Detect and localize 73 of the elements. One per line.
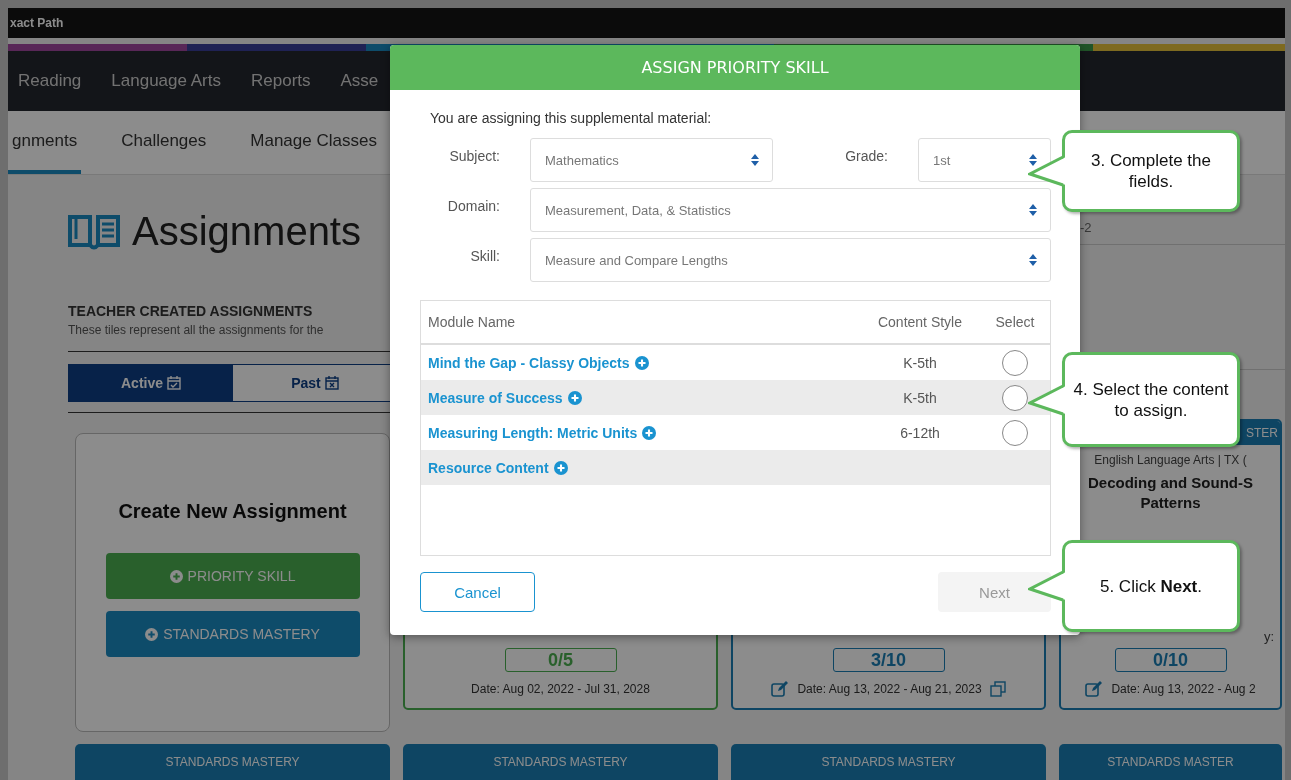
calendar-x-icon [324,376,339,390]
edit-icon[interactable] [771,681,790,697]
field-label: Subject: [448,147,500,166]
select-field[interactable]: 1st [918,138,1051,182]
sub-nav-tab[interactable]: Manage Classes [246,111,381,174]
callout-pointer [1028,569,1066,603]
calendar-check-icon [167,376,181,390]
progress-count: 3/10 [832,648,945,672]
select-radio[interactable] [1002,384,1028,411]
select-field[interactable]: Mathematics [530,138,773,182]
dialog-title: ASSIGN PRIORITY SKILL [390,45,1080,90]
field-label: Skill: [469,247,500,266]
create-button[interactable]: PRIORITY SKILL [105,553,360,599]
cancel-button[interactable]: Cancel [420,572,535,612]
tile-date: Date: Aug 13, 2022 - Aug 21, 2023 [797,682,982,696]
tile-header: STANDARDS MASTERY [403,744,718,780]
plus-circle-icon [553,460,568,475]
callout-pointer [1028,154,1066,188]
module-link[interactable]: Mind the Gap - Classy Objects [428,354,860,371]
column-header: Content Style [876,314,964,330]
up-down-caret-icon [750,152,760,168]
callout-bubble: 5. Click Next. [1062,540,1240,632]
plus-circle-icon [642,425,657,440]
app-title: xact Path [10,16,64,30]
create-button[interactable]: STANDARDS MASTERY [105,611,360,657]
create-title: Create New Assignment [118,500,347,523]
column-header: Module Name [428,314,517,330]
page-title: Assignments [132,208,361,254]
sub-nav-tab[interactable]: Challenges [117,111,211,174]
select-field[interactable]: Measure and Compare Lengths [530,238,1051,282]
module-link[interactable]: Measuring Length: Metric Units [428,424,860,441]
tile-header: STANDARDS MASTERY [731,744,1046,780]
section-description: These tiles represent all the assignments for the [68,323,325,337]
sub-nav-tab[interactable]: gnments [8,111,82,174]
progress-count: 0/10 [1114,648,1227,672]
dialog-intro: You are assigning this supplemental material: [430,110,713,126]
select-field[interactable]: Measurement, Data, & Statistics [530,188,1051,232]
select-radio[interactable] [1002,349,1028,376]
field-label: Domain: [446,197,500,216]
plus-circle-icon [567,390,582,405]
tile-header: STANDARDS MASTERY [75,744,390,780]
up-down-caret-icon [1028,202,1038,218]
select-radio[interactable] [1002,419,1028,446]
plus-circle-icon [145,627,159,641]
tile-title: Decoding and Sound-S Patterns [1087,473,1254,513]
up-down-caret-icon [1028,152,1038,168]
tile-label: y: [1263,629,1275,644]
nav-item[interactable]: Asse [340,71,379,91]
copy-icon[interactable] [989,681,1006,697]
tile-subject: English Language Arts | TX ( [1094,453,1247,467]
nav-item[interactable]: Reading [18,71,82,91]
module-link[interactable]: Measure of Success [428,389,860,406]
callout-pointer [1028,382,1066,417]
progress-count: 0/5 [504,648,617,672]
field-label: Grade: [844,147,888,166]
up-down-caret-icon [1028,252,1038,268]
plus-circle-icon [169,569,183,583]
nav-item[interactable]: Reports [251,71,311,91]
filter-value[interactable]: -2 [1080,219,1092,235]
section-title: TEACHER CREATED ASSIGNMENTS [68,303,314,319]
callout-bubble: 3. Complete the fields. [1062,130,1240,212]
column-header: Select [994,314,1036,330]
content-style: 6-12th [899,424,941,441]
content-style: K-5th [902,389,938,406]
tile-date: Date: Aug 13, 2022 - Aug 2 [1111,682,1256,696]
tile-date: Date: Aug 02, 2022 - Jul 31, 2028 [471,682,650,696]
tile-header: STANDARDS MASTER [1059,744,1282,780]
plus-circle-icon [634,355,649,370]
nav-item[interactable]: Language Arts [111,71,221,91]
callout-bubble: 4. Select the content to assign. [1062,352,1240,447]
content-style: K-5th [902,354,938,371]
edit-icon[interactable] [1085,681,1104,697]
tab[interactable]: Active [69,365,233,401]
